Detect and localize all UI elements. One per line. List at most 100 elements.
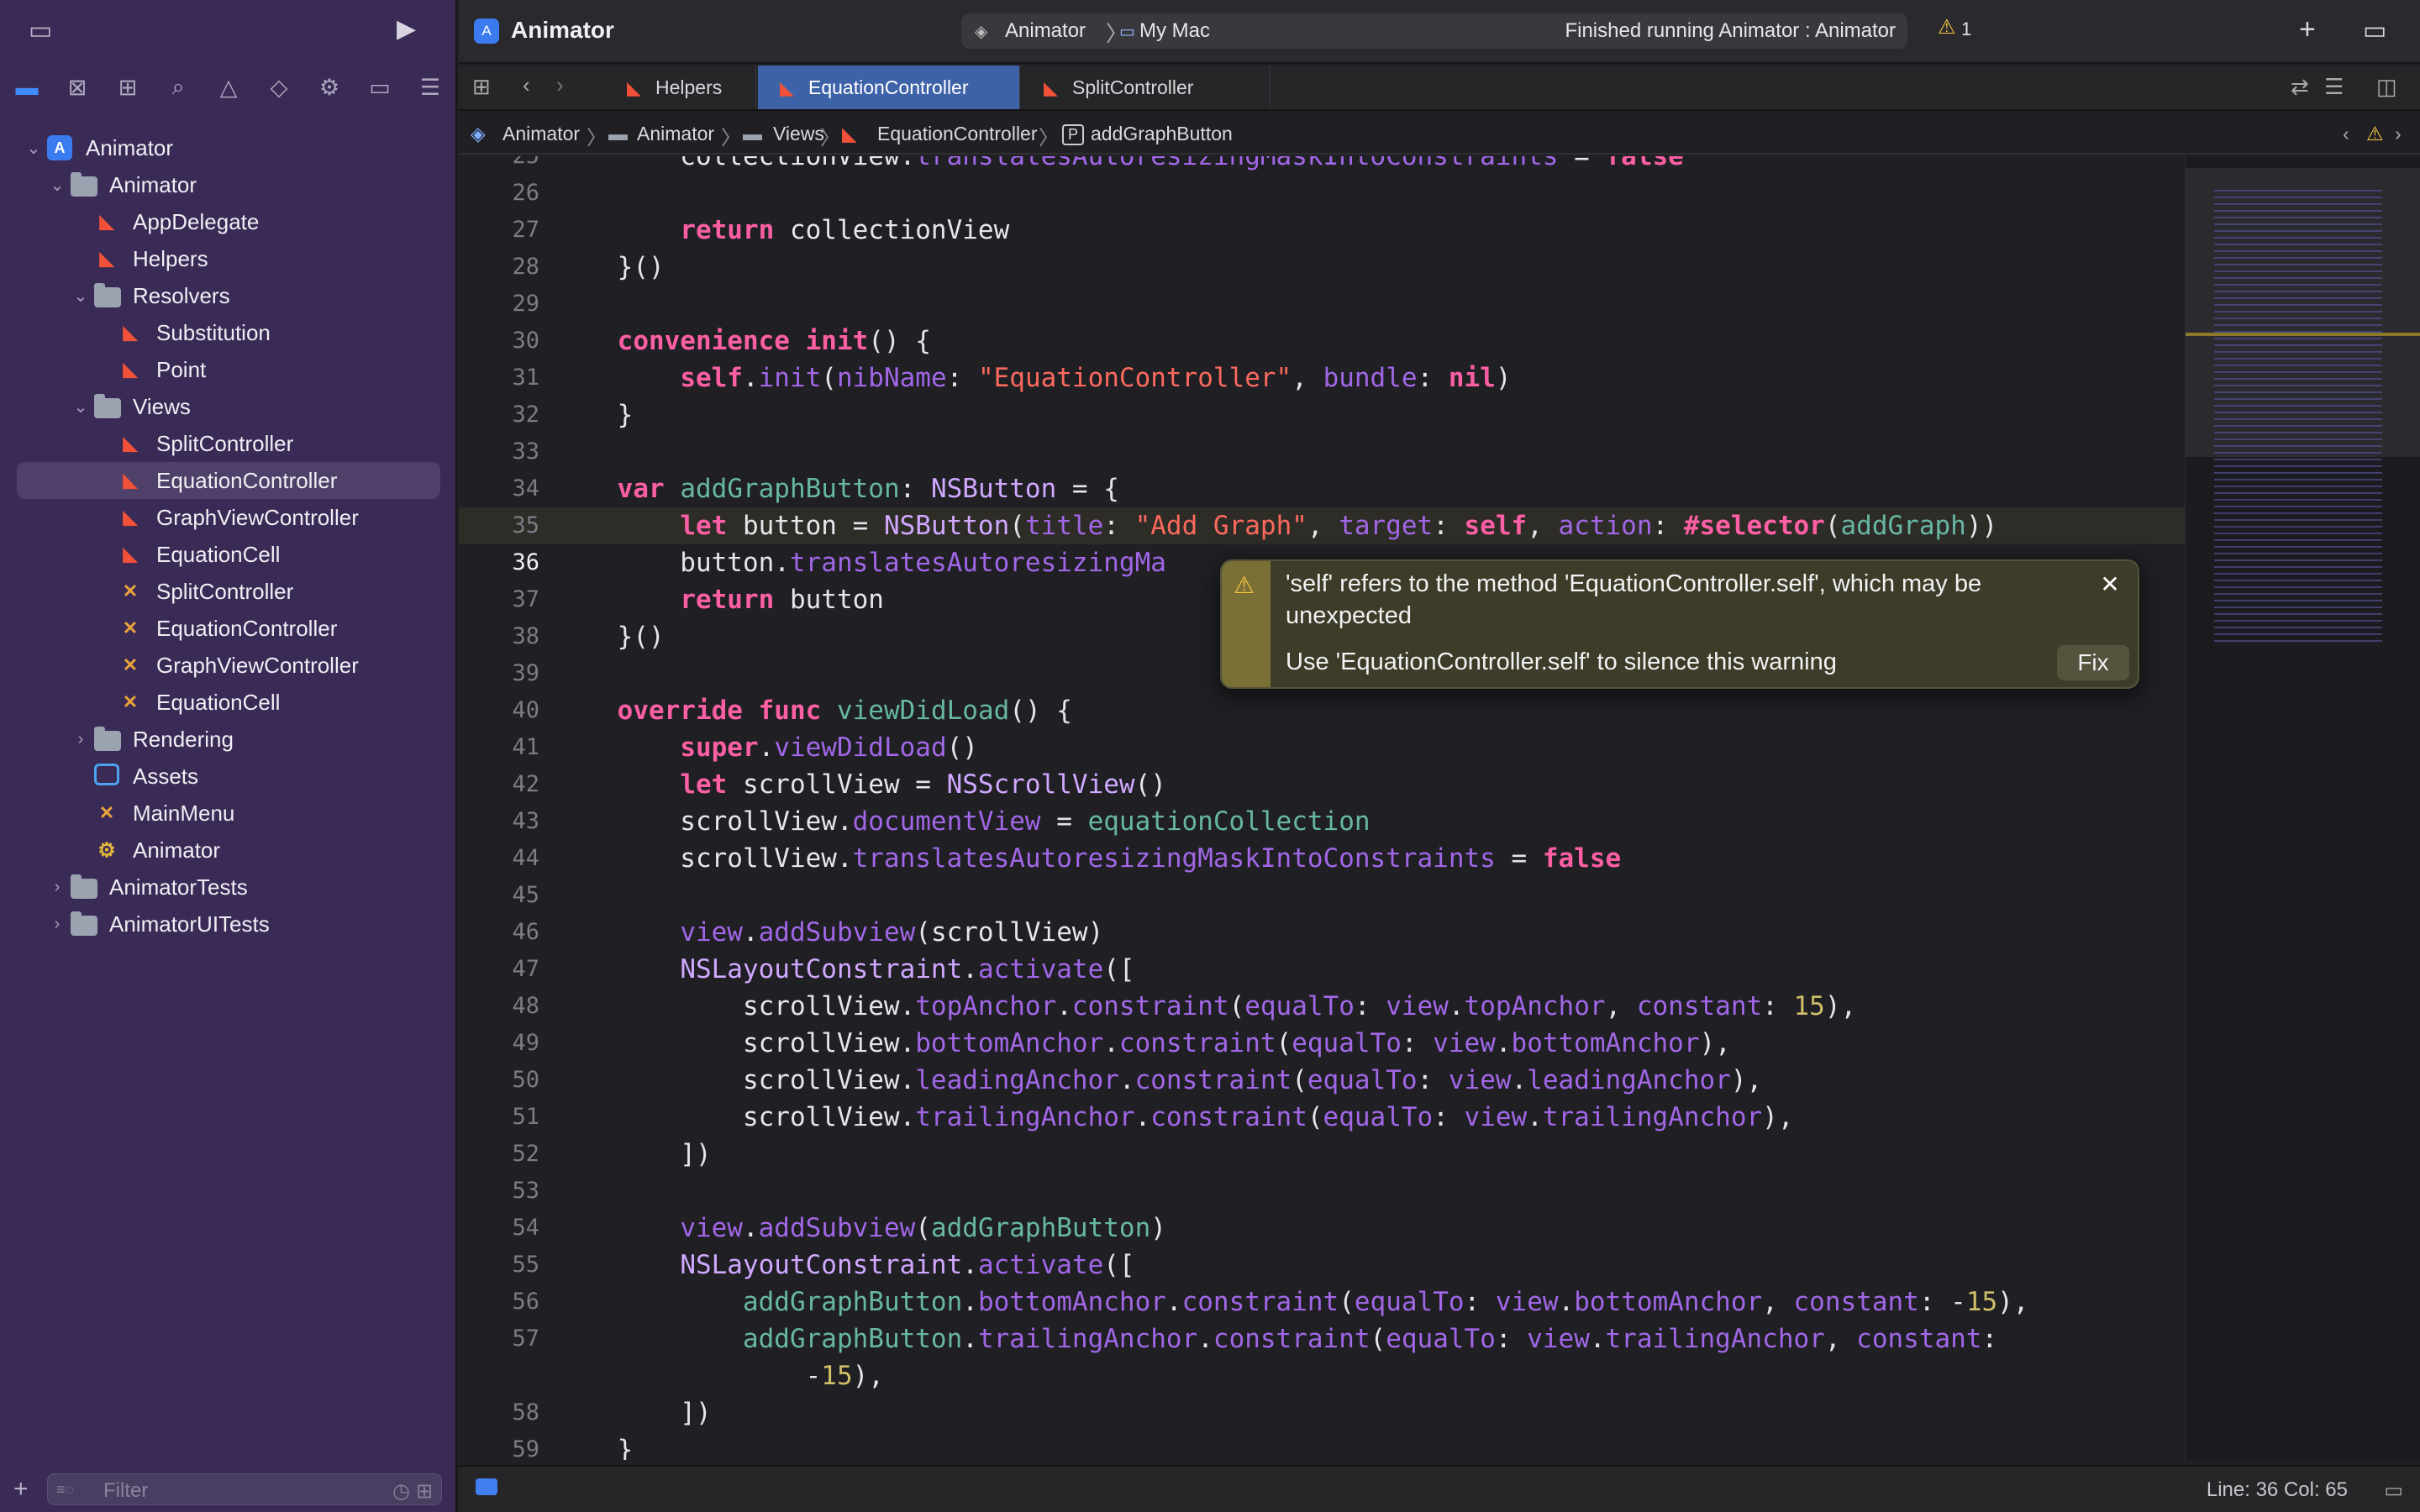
code-line[interactable]: 30 convenience init() { [459,323,2185,360]
breadcrumb-symbol[interactable]: addGraphButton [1091,123,1233,145]
next-issue-icon[interactable]: › [2395,123,2402,145]
tab-splitcontroller[interactable]: ◣ SplitController [1022,66,1270,109]
inspector-toggle-icon[interactable]: ▭ [2363,18,2386,44]
fix-button[interactable]: Fix [2057,645,2129,680]
scheme-selector[interactable]: Animator [1005,19,1086,43]
code-line[interactable]: 41 super.viewDidLoad() [459,729,2185,766]
file-tree-row[interactable]: ⌄ Animator [0,166,457,203]
breadcrumb-project[interactable]: Animator [502,123,580,145]
breadcrumb-file[interactable]: EquationController [877,123,1038,145]
code-line[interactable]: 48 scrollView.topAnchor.constraint(equal… [459,988,2185,1025]
code-line[interactable]: 49 scrollView.bottomAnchor.constraint(eq… [459,1025,2185,1062]
back-icon[interactable]: ‹ [523,74,530,96]
find-navigator-icon[interactable]: ⌕ [161,71,195,104]
file-tree-row[interactable]: ◣ EquationCell [0,536,457,573]
run-button-icon[interactable]: ▶ [397,17,416,42]
forward-icon[interactable]: › [556,74,564,96]
related-items-icon[interactable]: ⇄ [2291,76,2309,97]
file-tree-row[interactable]: ✕ GraphViewController [0,647,457,684]
close-icon[interactable]: ✕ [2097,571,2123,597]
file-tree-row[interactable]: ◣ GraphViewController [0,499,457,536]
warning-count[interactable]: 1 [1961,18,1971,40]
breadcrumb-folder[interactable]: Views [773,123,824,145]
code-line[interactable]: 25 collectionView.translatesAutoresizing… [459,156,2185,175]
disclosure-closed-icon[interactable]: › [71,730,91,749]
console-toggle-icon[interactable] [476,1478,497,1495]
symbol-navigator-icon[interactable]: ⊞ [111,71,145,104]
code-line[interactable]: 28 }() [459,249,2185,286]
code-line[interactable]: 58 ]) [459,1394,2185,1431]
breadcrumb-group[interactable]: Animator [637,123,714,145]
filter-options-icon[interactable]: ≡◌ [56,1481,74,1499]
code-line[interactable]: 40 override func viewDidLoad() { [459,692,2185,729]
disclosure-open-icon[interactable]: ⌄ [71,396,91,417]
add-file-icon[interactable]: + [13,1477,29,1502]
file-tree-row[interactable]: ◣ AppDelegate [0,203,457,240]
file-tree-row[interactable]: ⚙ Animator [0,832,457,869]
debug-navigator-icon[interactable]: ⚙ [313,71,346,104]
editor-options-icon[interactable]: ☰ [2324,76,2344,97]
code-line[interactable]: 42 let scrollView = NSScrollView() [459,766,2185,803]
report-navigator-icon[interactable]: ☰ [413,71,447,104]
code-line[interactable]: 56 addGraphButton.bottomAnchor.constrain… [459,1284,2185,1320]
file-tree-row[interactable]: ⌄ Views [0,388,457,425]
code-line[interactable]: 34 var addGraphButton: NSButton = { [459,470,2185,507]
split-editor-icon[interactable]: ◫ [2376,76,2397,97]
code-line[interactable]: 32 } [459,396,2185,433]
warning-icon[interactable]: ⚠ [2366,123,2384,145]
code-line[interactable]: 59 } [459,1431,2185,1460]
disclosure-closed-icon[interactable]: › [47,878,67,897]
code-line[interactable]: 35 let button = NSButton(title: "Add Gra… [459,507,2185,544]
file-tree-row[interactable]: › AnimatorUITests [0,906,457,942]
debug-area-toggle-icon[interactable]: ▭ [2384,1478,2403,1503]
code-line[interactable]: 57 addGraphButton.trailingAnchor.constra… [459,1320,2185,1357]
warning-icon[interactable]: ⚠ [1938,15,1956,39]
disclosure-open-icon[interactable]: ⌄ [47,175,67,196]
file-tree-row[interactable]: ◣ SplitController [0,425,457,462]
code-line[interactable]: 26 [459,175,2185,212]
source-control-filter-icon[interactable]: ⊞ [416,1479,433,1504]
code-line[interactable]: 53 [459,1173,2185,1210]
breakpoint-navigator-icon[interactable]: ▭ [363,71,397,104]
file-tree-row[interactable]: ◣ Point [0,351,457,388]
source-editor[interactable]: 25 collectionView.translatesAutoresizing… [459,156,2185,1460]
disclosure-open-icon[interactable]: ⌄ [71,286,91,307]
code-line[interactable]: 50 scrollView.leadingAnchor.constraint(e… [459,1062,2185,1099]
issue-navigator-icon[interactable]: △ [212,71,245,104]
file-tree-row[interactable]: Assets [0,758,457,795]
previous-issue-icon[interactable]: ‹ [2343,123,2349,145]
file-tree-row[interactable]: ⌄ Resolvers [0,277,457,314]
disclosure-open-icon[interactable]: ⌄ [24,138,44,159]
sidebar-toggle-icon[interactable]: ▭ [29,18,52,44]
project-navigator-icon[interactable]: ▬ [10,71,44,104]
file-tree-row[interactable]: ⌄ A Animator [0,129,457,166]
code-line[interactable]: 51 scrollView.trailingAnchor.constraint(… [459,1099,2185,1136]
code-line[interactable]: 45 [459,877,2185,914]
tab-equationcontroller[interactable]: ◣ EquationController [758,66,1020,109]
code-line[interactable]: 47 NSLayoutConstraint.activate([ [459,951,2185,988]
destination-selector[interactable]: My Mac [1139,19,1210,43]
code-line[interactable]: 43 scrollView.documentView = equationCol… [459,803,2185,840]
minimap[interactable] [2185,156,2420,1460]
add-library-icon[interactable]: + [2299,15,2316,44]
grid-icon[interactable]: ⊞ [472,76,491,97]
file-tree-row[interactable]: ✕ EquationCell [0,684,457,721]
code-line[interactable]: 33 [459,433,2185,470]
code-line[interactable]: -15), [459,1357,2185,1394]
file-tree-row[interactable]: ✕ EquationController [0,610,457,647]
code-line[interactable]: 44 scrollView.translatesAutoresizingMask… [459,840,2185,877]
test-navigator-icon[interactable]: ◇ [262,71,296,104]
code-line[interactable]: 55 NSLayoutConstraint.activate([ [459,1247,2185,1284]
file-tree-row[interactable]: ✕ SplitController [0,573,457,610]
filter-field[interactable]: ≡◌ Filter ◷ ⊞ [47,1473,442,1505]
tab-helpers[interactable]: ◣ Helpers [605,66,756,109]
file-tree-row[interactable]: ◣ EquationController [17,462,440,499]
file-tree-row[interactable]: ◣ Helpers [0,240,457,277]
file-tree-row[interactable]: ◣ Substitution [0,314,457,351]
code-line[interactable]: 29 [459,286,2185,323]
code-line[interactable]: 46 view.addSubview(scrollView) [459,914,2185,951]
recent-files-icon[interactable]: ◷ [392,1479,410,1504]
disclosure-closed-icon[interactable]: › [47,915,67,934]
source-control-navigator-icon[interactable]: ⊠ [60,71,94,104]
code-line[interactable]: 31 self.init(nibName: "EquationControlle… [459,360,2185,396]
